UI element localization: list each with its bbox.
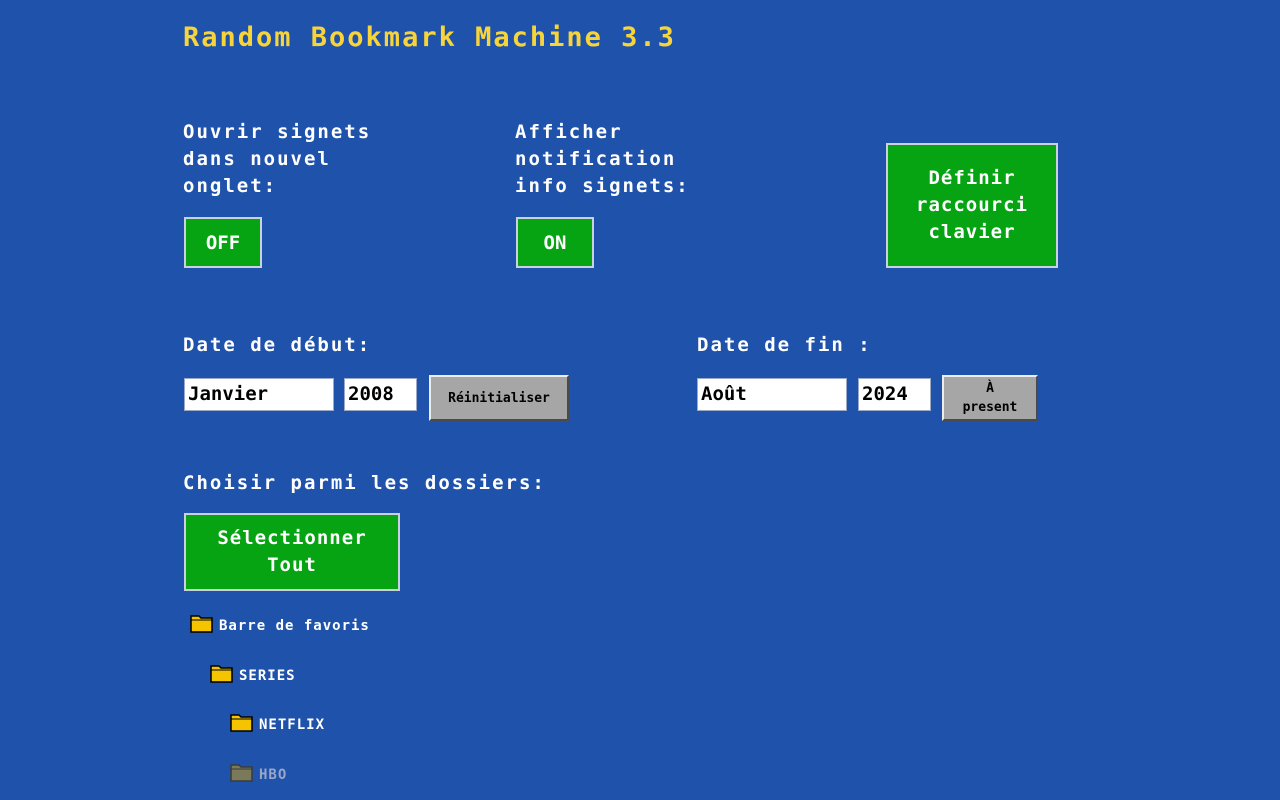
- end-month-field[interactable]: Août: [697, 378, 847, 411]
- folder-label: Barre de favoris: [219, 618, 370, 634]
- present-button[interactable]: À present: [942, 375, 1038, 421]
- folder-icon: [210, 665, 233, 683]
- end-date-label: Date de fin :: [697, 334, 872, 356]
- folders-label: Choisir parmi les dossiers:: [183, 472, 546, 494]
- set-shortcut-button[interactable]: Définir raccourci clavier: [886, 143, 1058, 268]
- folder-icon: [230, 714, 253, 732]
- folder-item-netflix[interactable]: NETFLIX: [230, 712, 325, 732]
- app-title: Random Bookmark Machine 3.3: [183, 22, 676, 53]
- end-year-field[interactable]: 2024: [858, 378, 931, 411]
- folder-label: NETFLIX: [259, 717, 326, 733]
- select-all-button[interactable]: Sélectionner Tout: [184, 513, 400, 591]
- folder-label: SERIES: [239, 668, 296, 684]
- open-new-tab-label: Ouvrir signets dans nouvel onglet:: [183, 121, 372, 197]
- notification-label: Afficher notification info signets:: [515, 121, 690, 197]
- folder-item-hbo[interactable]: HBO: [230, 762, 287, 782]
- folder-label: HBO: [259, 767, 288, 783]
- folder-icon: [190, 615, 213, 633]
- start-year-field[interactable]: 2008: [344, 378, 417, 411]
- reset-button[interactable]: Réinitialiser: [429, 375, 569, 421]
- start-date-label: Date de début:: [183, 334, 372, 356]
- start-month-field[interactable]: Janvier: [184, 378, 334, 411]
- folder-item-barre-de-favoris[interactable]: Barre de favoris: [190, 613, 370, 633]
- notification-toggle[interactable]: ON: [516, 217, 594, 268]
- open-new-tab-toggle[interactable]: OFF: [184, 217, 262, 268]
- folder-icon: [230, 764, 253, 782]
- folder-item-series[interactable]: SERIES: [210, 663, 296, 683]
